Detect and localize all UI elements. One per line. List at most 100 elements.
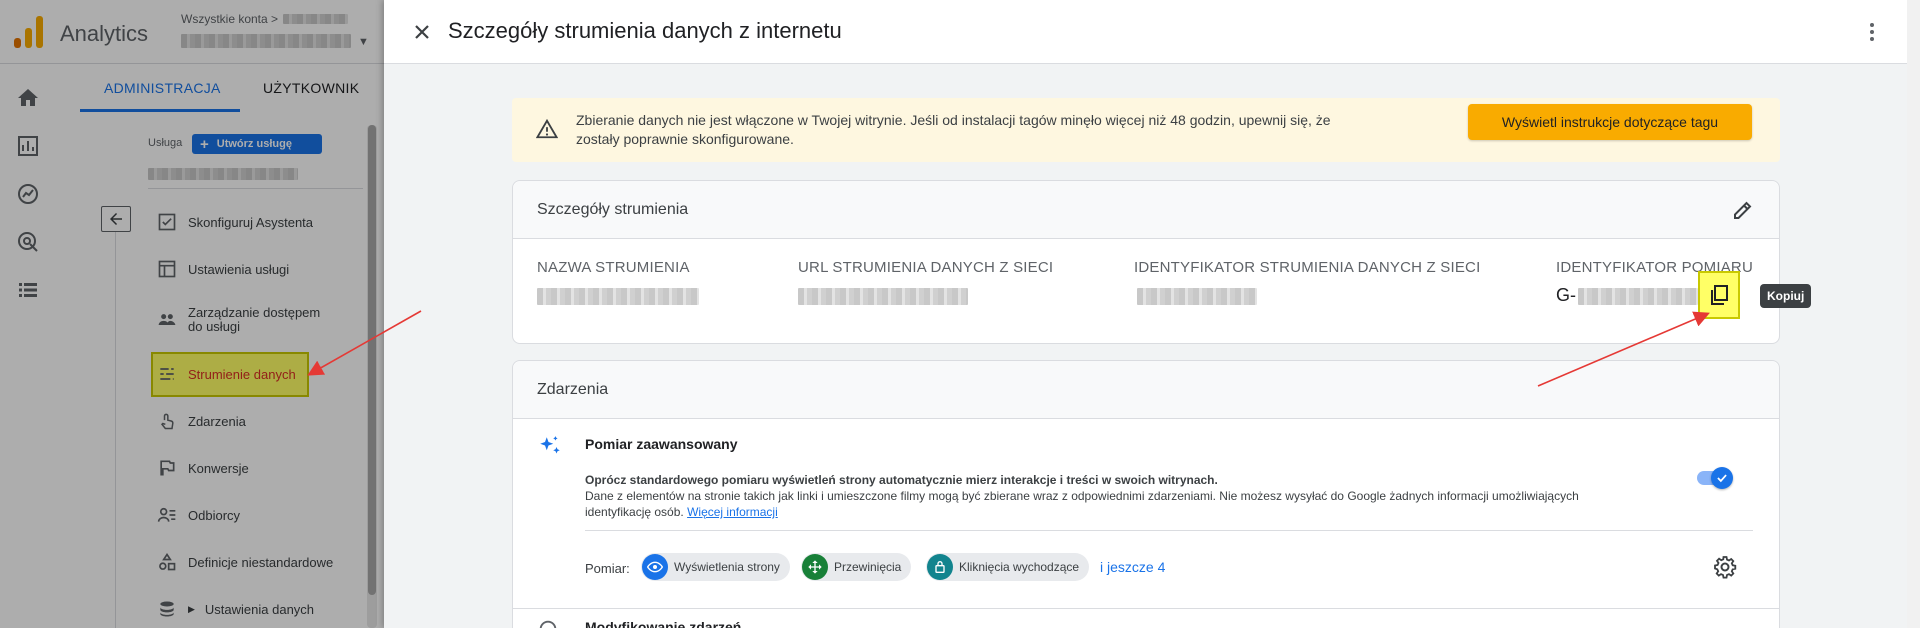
service-label: Usługa — [148, 137, 183, 149]
nav-item-label: Ustawienia danych — [204, 601, 315, 617]
create-service-button[interactable]: + Utwórz usługę — [192, 134, 322, 154]
view-tag-instructions-button[interactable]: Wyświetl instrukcje dotyczące tagu — [1468, 104, 1752, 140]
measurement-label: Pomiar: — [585, 561, 630, 576]
stream-details-card: Szczegóły strumienia NAZWA STRUMIENIA UR… — [512, 180, 1780, 344]
app-name: Analytics — [60, 21, 149, 46]
window-icon — [156, 258, 178, 280]
left-rail — [0, 64, 58, 628]
create-service-label: Utwórz usługę — [216, 138, 292, 150]
modify-events-title[interactable]: Modyfikowanie zdarzeń — [585, 619, 741, 628]
checklist-icon — [156, 211, 178, 233]
enhanced-measurement-toggle[interactable] — [1697, 467, 1733, 489]
divider — [513, 608, 1779, 609]
reports-icon[interactable] — [16, 134, 40, 158]
back-button[interactable] — [101, 206, 131, 232]
home-icon[interactable] — [16, 86, 40, 110]
nav-item-data-settings[interactable]: ▶ Ustawienia danych — [156, 598, 314, 620]
explore-icon[interactable] — [16, 182, 40, 206]
events-card: Zdarzenia Pomiar zaawansowany Oprócz sta… — [512, 360, 1780, 628]
chip-label: Kliknięcia wychodzące — [959, 560, 1080, 574]
nav-item-custom-definitions[interactable]: Definicje niestandardowe — [156, 551, 333, 573]
chip-label: Przewinięcia — [834, 560, 902, 574]
expand-arrow-icon: ▶ — [188, 603, 195, 614]
chip-page-views[interactable]: Wyświetlenia strony — [641, 553, 790, 581]
stream-id-value-redacted — [1137, 288, 1257, 305]
streams-icon — [156, 363, 178, 385]
stream-details-header: Szczegóły strumienia — [513, 181, 1779, 239]
nav-item-label: Skonfiguruj Asystenta — [188, 214, 314, 230]
tab-administracja[interactable]: ADMINISTRACJA — [104, 80, 221, 96]
stream-url-value-redacted — [798, 288, 968, 305]
enhanced-measurement-description: Oprócz standardowego pomiaru wyświetleń … — [585, 472, 1645, 520]
scroll-icon — [802, 554, 828, 580]
stream-url-label: URL STRUMIENIA DANYCH Z SIECI — [798, 259, 1054, 276]
chip-label: Wyświetlenia strony — [674, 560, 780, 574]
enhanced-measurement-title: Pomiar zaawansowany — [585, 436, 738, 452]
nav-item-conversions[interactable]: Konwersje — [156, 457, 249, 479]
admin-area: Analytics Wszystkie konta > ▼ ADMINISTRA… — [0, 0, 384, 628]
nav-item-access-management[interactable]: Zarządzanie dostępem do usługi — [156, 306, 338, 334]
measurement-id-value-redacted — [1578, 288, 1698, 305]
nav-guide-line — [115, 232, 116, 628]
list-icon[interactable] — [16, 278, 40, 302]
people-icon — [156, 309, 178, 331]
page-scrollbar[interactable] — [1907, 0, 1920, 628]
modify-events-icon — [539, 620, 557, 628]
property-name-redacted[interactable] — [181, 34, 351, 48]
stream-name-value-redacted — [537, 288, 699, 305]
flag-icon — [156, 457, 178, 479]
checkmark-icon — [1711, 467, 1733, 489]
arrow-back-icon — [110, 213, 122, 225]
nav-item-label: Strumienie danych — [188, 366, 296, 382]
enhanced-desc-line-1: Oprócz standardowego pomiaru wyświetleń … — [585, 473, 1218, 487]
more-chips-link[interactable]: i jeszcze 4 — [1100, 559, 1165, 575]
more-info-link[interactable]: Więcej informacji — [687, 505, 778, 519]
close-icon[interactable] — [410, 20, 434, 44]
nav-item-data-streams[interactable]: Strumienie danych — [156, 363, 296, 385]
nav-item-label: Zdarzenia — [188, 413, 246, 429]
divider — [148, 188, 363, 189]
audience-icon — [156, 504, 178, 526]
sparkle-icon — [540, 436, 560, 454]
panel-header: Szczegóły strumienia danych z internetu — [384, 0, 1907, 64]
sidebar-scrollbar-thumb[interactable] — [368, 125, 376, 595]
nav-item-service-settings[interactable]: Ustawienia usługi — [156, 258, 289, 280]
property-selector-redacted[interactable] — [148, 168, 298, 180]
stream-id-label: IDENTYFIKATOR STRUMIENIA DANYCH Z SIECI — [1134, 259, 1481, 276]
gear-icon[interactable] — [1713, 555, 1737, 579]
chip-scrolls[interactable]: Przewinięcia — [801, 553, 912, 581]
events-title: Zdarzenia — [537, 381, 609, 398]
touch-icon — [156, 410, 178, 432]
more-options-icon[interactable] — [1860, 20, 1884, 44]
nav-item-events[interactable]: Zdarzenia — [156, 410, 246, 432]
chevron-down-icon[interactable]: ▼ — [358, 36, 369, 48]
nav-item-audiences[interactable]: Odbiorcy — [156, 504, 240, 526]
events-header: Zdarzenia — [513, 361, 1779, 419]
nav-item-label: Odbiorcy — [188, 507, 241, 523]
account-name-redacted — [283, 14, 348, 24]
stream-name-label: NAZWA STRUMIENIA — [537, 259, 690, 276]
warning-text: Zbieranie danych nie jest włączone w Two… — [576, 112, 1331, 147]
advertising-icon[interactable] — [16, 230, 40, 254]
account-breadcrumb[interactable]: Wszystkie konta > — [181, 12, 278, 26]
admin-tabs: ADMINISTRACJA UŻYTKOWNIK — [80, 64, 384, 112]
analytics-logo-icon — [14, 16, 44, 48]
shapes-icon — [156, 551, 178, 573]
nav-item-label: Konwersje — [188, 460, 249, 476]
warning-icon — [536, 118, 558, 139]
copy-tooltip: Kopiuj — [1760, 284, 1812, 308]
nav-item-configure-assistant[interactable]: Skonfiguruj Asystenta — [156, 211, 313, 233]
active-tab-indicator — [80, 109, 240, 112]
edit-icon[interactable] — [1731, 198, 1755, 222]
stream-details-panel: Szczegóły strumienia danych z internetu … — [384, 0, 1907, 628]
tab-uzytkownik[interactable]: UŻYTKOWNIK — [263, 80, 359, 96]
lock-icon — [927, 554, 953, 580]
nav-item-label: Zarządzanie dostępem do usługi — [188, 305, 321, 334]
data-collection-warning: Zbieranie danych nie jest włączone w Two… — [512, 98, 1780, 162]
copy-button[interactable] — [1698, 271, 1740, 319]
panel-title: Szczegóły strumienia danych z internetu — [448, 18, 842, 43]
stream-details-title: Szczegóły strumienia — [537, 201, 689, 218]
chip-outbound-clicks[interactable]: Kliknięcia wychodzące — [926, 553, 1090, 581]
copy-icon — [1711, 285, 1728, 305]
divider — [585, 530, 1753, 531]
